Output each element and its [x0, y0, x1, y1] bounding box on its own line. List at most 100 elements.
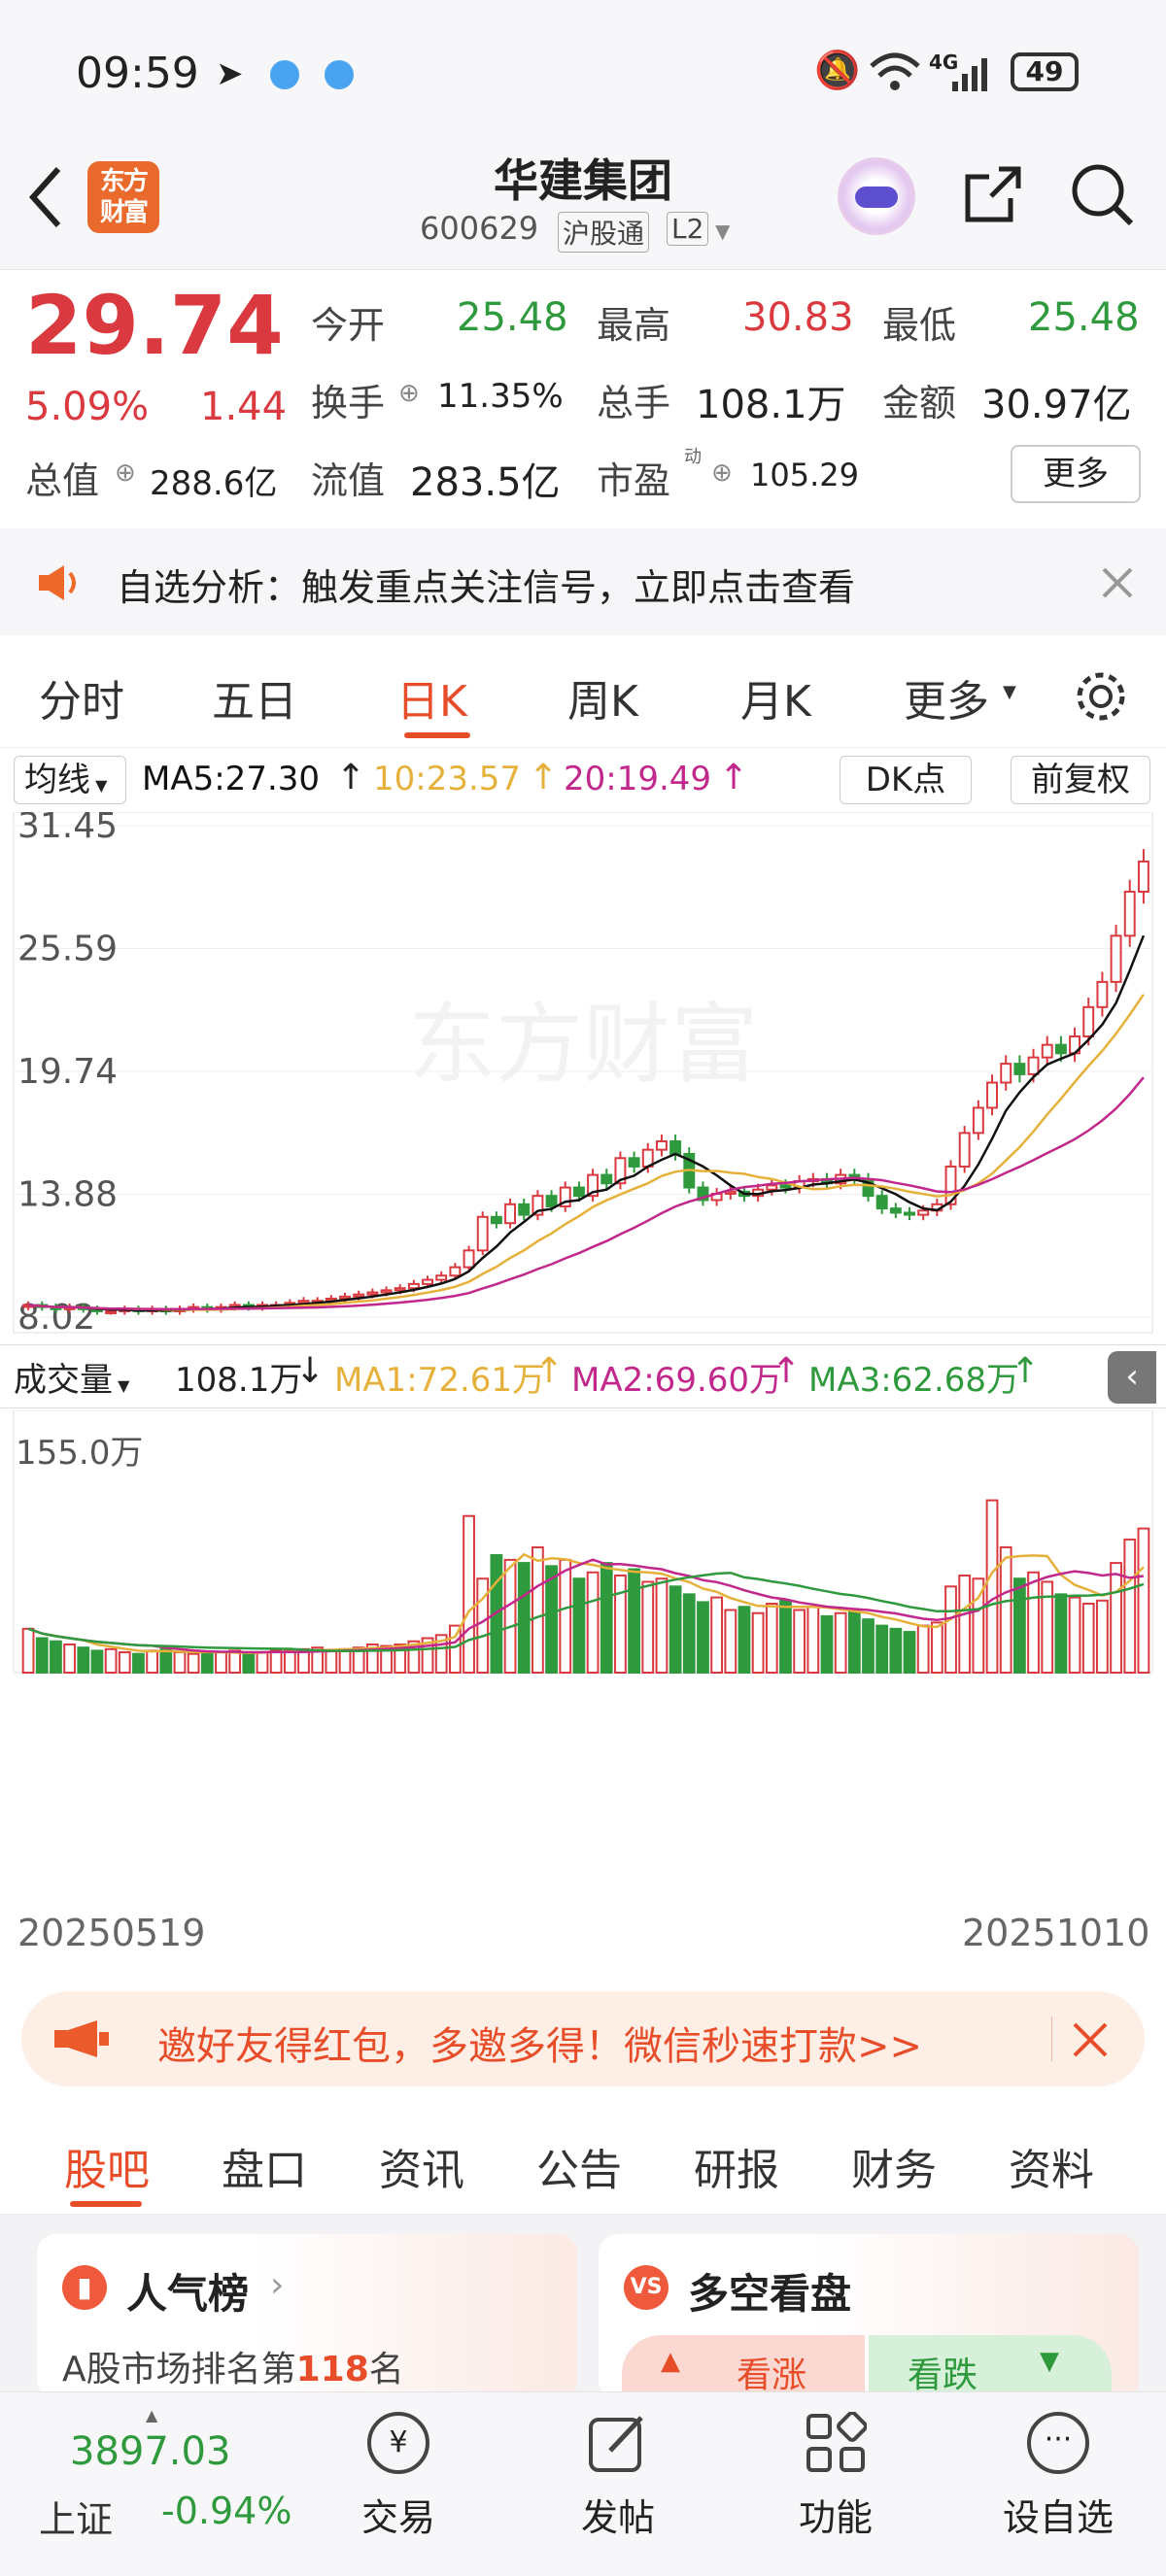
ai-assistant-avatar[interactable]: [838, 157, 915, 235]
info-icon[interactable]: ⊕: [711, 458, 733, 488]
feature-cards: ▮ 人气榜 › A股市场排名第118名 VS 多空看盘 看涨 ▲ 看跌 ▼: [0, 2215, 1166, 2413]
candle-body: [449, 1266, 462, 1277]
candle-body: [435, 1274, 448, 1281]
share-icon[interactable]: [962, 163, 1024, 225]
volume-bar: [283, 1649, 296, 1675]
volume-bar: [930, 1621, 943, 1675]
candle-body: [669, 1140, 682, 1155]
volume-bar: [50, 1640, 62, 1674]
info-icon[interactable]: ⊕: [398, 379, 420, 408]
gear-icon[interactable]: [1073, 668, 1129, 725]
watermark: 东方财富: [408, 994, 758, 1096]
volume-bar: [944, 1585, 957, 1675]
float-label: 流值: [311, 459, 386, 502]
edit-icon: [589, 2416, 643, 2472]
tab-news[interactable]: 资讯: [379, 2135, 464, 2197]
volume-bar: [614, 1575, 627, 1674]
amount-value: 30.97亿: [981, 383, 1132, 427]
tab-weekly-k[interactable]: 周K: [567, 666, 638, 729]
volume-bar: [1081, 1603, 1095, 1674]
vol-ma3-label: MA3:62.68万: [808, 1361, 1020, 1400]
content-tabs: 股吧 盘口 资讯 公告 研报 财务 资料: [0, 2106, 1166, 2215]
index-quote[interactable]: ▲ 3897.03 上证 -0.94%: [0, 2392, 311, 2541]
popularity-card[interactable]: ▮ 人气榜 › A股市场排名第118名: [37, 2234, 577, 2399]
volume-indicator-select[interactable]: 成交量 ▼: [14, 1353, 129, 1401]
indicator-select[interactable]: 均线 ▼: [14, 756, 126, 804]
change-pct: 5.09%: [25, 385, 150, 429]
chevron-down-icon: ▼: [1003, 682, 1016, 702]
candle-body: [655, 1140, 668, 1151]
volume-bar: [146, 1649, 159, 1675]
invite-promo-banner[interactable]: 邀好友得红包，多邀多得！微信秒速打款>>: [21, 1991, 1145, 2086]
volume-bar: [503, 1558, 517, 1675]
volume-bar: [21, 1627, 35, 1675]
pe-dynamic-mark: 动: [684, 447, 702, 467]
analysis-notice[interactable]: 自选分析：触发重点关注信号，立即点击查看: [0, 528, 1166, 635]
kline-chart-area: 均线 ▼ MA5:27.30 ↑ 10:23.57 ↑ 20:19.49 ↑ D…: [0, 748, 1166, 1972]
kline-chart[interactable]: 31.4525.5919.7413.888.02东方财富: [0, 812, 1166, 1342]
promo-text: 邀好友得红包，多邀多得！微信秒速打款>>: [157, 2024, 923, 2069]
volume-header: 成交量 ▼ 108.1万 ↓ MA1:72.61万 ↑ MA2:69.60万 ↑…: [0, 1344, 1166, 1408]
function-nav[interactable]: 功能: [777, 2411, 894, 2558]
candle-body: [105, 1309, 118, 1314]
tab-five-day[interactable]: 五日: [212, 666, 297, 729]
info-icon[interactable]: ⊕: [115, 458, 136, 488]
volume-bar: [532, 1545, 544, 1674]
post-label: 发帖: [580, 2496, 655, 2539]
back-icon[interactable]: [25, 165, 64, 229]
volume-bar: [200, 1652, 214, 1674]
tab-finance[interactable]: 财务: [851, 2135, 937, 2197]
tab-more[interactable]: 更多: [904, 666, 989, 729]
more-quote-button[interactable]: 更多: [1011, 445, 1141, 503]
volume-bar: [682, 1593, 696, 1675]
chevron-down-icon[interactable]: ▼: [715, 220, 730, 243]
add-watchlist-nav[interactable]: ··· 设自选: [995, 2412, 1121, 2558]
arrow-up-icon: ↑: [534, 1351, 565, 1391]
candle-body: [600, 1173, 613, 1185]
volume-bar: [463, 1514, 475, 1675]
volume-chart[interactable]: [0, 1410, 1166, 1682]
date-end-label: 20251010: [962, 1912, 1150, 1954]
candle-body: [422, 1278, 433, 1285]
mcap-label: 总值: [25, 459, 100, 502]
rank-suffix: 名: [368, 2350, 404, 2390]
volume-bar: [710, 1596, 724, 1674]
tab-monthly-k[interactable]: 月K: [740, 666, 811, 729]
volume-current: 108.1万: [175, 1361, 303, 1400]
tab-intraday[interactable]: 分时: [39, 666, 124, 729]
active-tab-indicator: [70, 2201, 142, 2207]
tab-daily-k[interactable]: 日K: [396, 666, 467, 729]
volume-bar: [834, 1611, 847, 1674]
rank-text: A股市场排名第118名: [62, 2341, 404, 2391]
tab-research[interactable]: 研报: [694, 2135, 779, 2197]
collapse-icon[interactable]: ‹: [1108, 1351, 1156, 1404]
volume-max-label: 155.0万: [16, 1434, 144, 1473]
tab-announcements[interactable]: 公告: [536, 2135, 622, 2197]
close-icon[interactable]: [1100, 565, 1135, 600]
ma5-label: MA5:27.30: [142, 760, 321, 798]
adjust-button[interactable]: 前复权: [1011, 756, 1150, 804]
candle-body: [724, 1190, 737, 1196]
candle-body: [1013, 1063, 1026, 1075]
candle-body: [1137, 860, 1149, 894]
l2-badge: L2: [667, 212, 709, 246]
search-icon[interactable]: [1069, 161, 1137, 229]
candle-body: [476, 1215, 489, 1252]
tab-forum[interactable]: 股吧: [64, 2135, 150, 2197]
bull-bear-card[interactable]: VS 多空看盘 看涨 ▲ 看跌 ▼: [599, 2234, 1139, 2413]
tab-orderbook[interactable]: 盘口: [222, 2135, 307, 2197]
bear-label: 看跌: [908, 2356, 978, 2395]
indicator-label: 均线: [24, 761, 90, 799]
open-label: 今开: [311, 304, 386, 347]
volume-bar: [325, 1649, 338, 1675]
volume-bar: [806, 1606, 820, 1675]
tab-profile[interactable]: 资料: [1009, 2135, 1094, 2197]
vol-ma2-label: MA2:69.60万: [571, 1361, 783, 1400]
candle-body: [490, 1215, 502, 1225]
dk-point-button[interactable]: DK点: [840, 756, 972, 804]
speaker-icon: [39, 565, 76, 600]
close-icon[interactable]: [1071, 2020, 1110, 2059]
volume-bar: [847, 1609, 861, 1674]
trade-nav[interactable]: ¥ 交易: [340, 2412, 457, 2558]
post-nav[interactable]: 发帖: [560, 2412, 676, 2558]
